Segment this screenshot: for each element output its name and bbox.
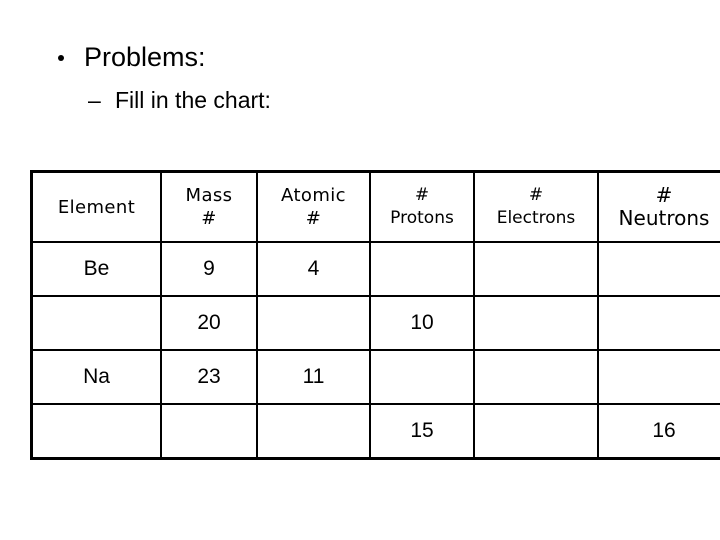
header-electrons-line1: #	[528, 185, 544, 205]
cell-atomic[interactable]	[256, 403, 371, 460]
cell-protons[interactable]	[369, 349, 475, 405]
table-header-row: Element Mass # Atomic # # Protons # Elec…	[30, 170, 720, 243]
cell-electrons[interactable]	[473, 349, 599, 405]
element-chart-table: Element Mass # Atomic # # Protons # Elec…	[30, 170, 720, 460]
cell-atomic[interactable]: 11	[256, 349, 371, 405]
header-neutrons-line2: Neutrons	[618, 206, 710, 230]
header-mass-line2: #	[201, 208, 217, 229]
cell-electrons[interactable]	[473, 241, 599, 297]
table-row: 20 10	[30, 295, 720, 351]
bullet-item-fill-in-chart: – Fill in the chart:	[0, 86, 720, 115]
bullet-item-problems-label: Problems:	[84, 42, 206, 72]
header-electrons-line2: Electrons	[496, 208, 576, 228]
bullet-dash-icon: –	[88, 87, 101, 113]
header-cell-atomic-number: Atomic #	[256, 170, 371, 243]
cell-protons[interactable]: 10	[369, 295, 475, 351]
cell-neutrons[interactable]: 16	[597, 403, 720, 460]
header-element-line1: Element	[57, 196, 136, 218]
header-mass-line1: Mass	[185, 185, 233, 206]
header-cell-mass-number: Mass #	[160, 170, 258, 243]
cell-element[interactable]	[30, 403, 162, 460]
header-protons-line1: #	[414, 185, 430, 205]
header-atomic-line1: Atomic	[281, 185, 346, 206]
header-cell-electrons: # Electrons	[473, 170, 599, 243]
cell-electrons[interactable]	[473, 295, 599, 351]
table-row: 15 16	[30, 403, 720, 460]
table-row: Na 23 11	[30, 349, 720, 405]
cell-mass[interactable]: 23	[160, 349, 258, 405]
cell-neutrons[interactable]	[597, 295, 720, 351]
cell-element[interactable]	[30, 295, 162, 351]
bullet-dot-icon	[58, 55, 64, 61]
cell-neutrons[interactable]	[597, 241, 720, 297]
cell-element[interactable]: Be	[30, 241, 162, 297]
cell-atomic[interactable]	[256, 295, 371, 351]
cell-electrons[interactable]	[473, 403, 599, 460]
header-cell-neutrons: # Neutrons	[597, 170, 720, 243]
cell-mass[interactable]: 20	[160, 295, 258, 351]
cell-protons[interactable]: 15	[369, 403, 475, 460]
bullet-list: Problems: – Fill in the chart:	[0, 40, 720, 115]
slide-canvas: Problems: – Fill in the chart: Element M…	[0, 0, 720, 540]
header-cell-element: Element	[30, 170, 162, 243]
cell-element[interactable]: Na	[30, 349, 162, 405]
header-protons-line2: Protons	[390, 208, 454, 228]
cell-neutrons[interactable]	[597, 349, 720, 405]
header-atomic-line2: #	[305, 208, 322, 229]
header-cell-protons: # Protons	[369, 170, 475, 243]
table-row: Be 9 4	[30, 241, 720, 297]
cell-protons[interactable]	[369, 241, 475, 297]
bullet-item-problems: Problems:	[0, 40, 720, 74]
cell-atomic[interactable]: 4	[256, 241, 371, 297]
header-neutrons-line1: #	[655, 183, 673, 207]
cell-mass[interactable]: 9	[160, 241, 258, 297]
bullet-item-fill-in-chart-label: Fill in the chart:	[115, 87, 271, 113]
cell-mass[interactable]	[160, 403, 258, 460]
